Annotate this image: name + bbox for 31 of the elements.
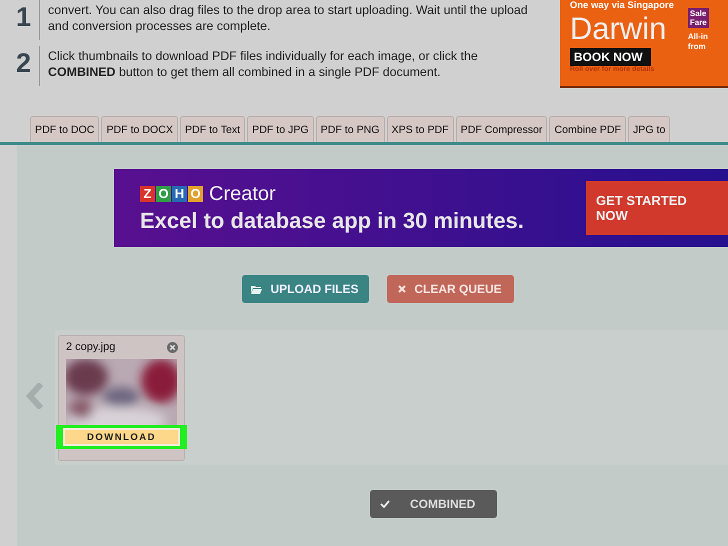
tab[interactable]: XPS to PDF	[386, 116, 454, 142]
tab[interactable]: PDF Compressor	[456, 116, 548, 142]
get-started-button[interactable]: GET STARTED NOW	[586, 181, 728, 235]
tab[interactable]: JPG to	[628, 116, 670, 142]
ad-tagline: One way via Singapore	[570, 0, 675, 11]
tab[interactable]: Combine PDF	[549, 116, 626, 142]
tab[interactable]: PDF to DOCX	[101, 116, 178, 142]
step-number: 1	[16, 1, 32, 34]
tab[interactable]: PDF to PNG	[316, 116, 385, 142]
upload-button[interactable]: UPLOAD FILES	[242, 275, 368, 303]
download-button[interactable]: DOWNLOAD	[63, 428, 180, 446]
combined-button[interactable]: COMBINED	[370, 490, 497, 518]
tab[interactable]: PDF to Text	[180, 116, 246, 142]
tab[interactable]: PDF to JPG	[247, 116, 314, 142]
ad-headline: Excel to database app in 30 minutes.	[140, 208, 524, 234]
step-number: 2	[16, 47, 32, 80]
step-text: convert. You can also drag files to the drop area to start uploading. Wait until the upload and conversion processes are complete.	[39, 0, 544, 40]
ad-product: Creator	[209, 182, 276, 206]
check-icon	[380, 500, 390, 508]
tab[interactable]: PDF to DOC	[30, 116, 100, 142]
sale-badge: Sale Fare	[688, 8, 709, 28]
file-name: 2 copy.jpg	[66, 341, 116, 353]
close-icon	[398, 285, 406, 293]
file-card[interactable]: 2 copy.jpg DOWNLOAD	[58, 335, 185, 461]
ad-banner[interactable]: Z O H O Creator Excel to database app in 30 minutes. GET STARTED NOW	[114, 169, 728, 247]
ad-side-text: All-in from	[688, 32, 709, 52]
close-icon[interactable]	[167, 342, 178, 352]
book-now-button[interactable]: BOOK NOW	[570, 48, 651, 66]
folder-icon	[251, 284, 262, 294]
ad-headline: Darwin	[570, 12, 668, 46]
step-text: Click thumbnails to download PDF files individually for each image, or click the COMBINED button to get them all combined in a single PDF document.	[39, 46, 544, 86]
